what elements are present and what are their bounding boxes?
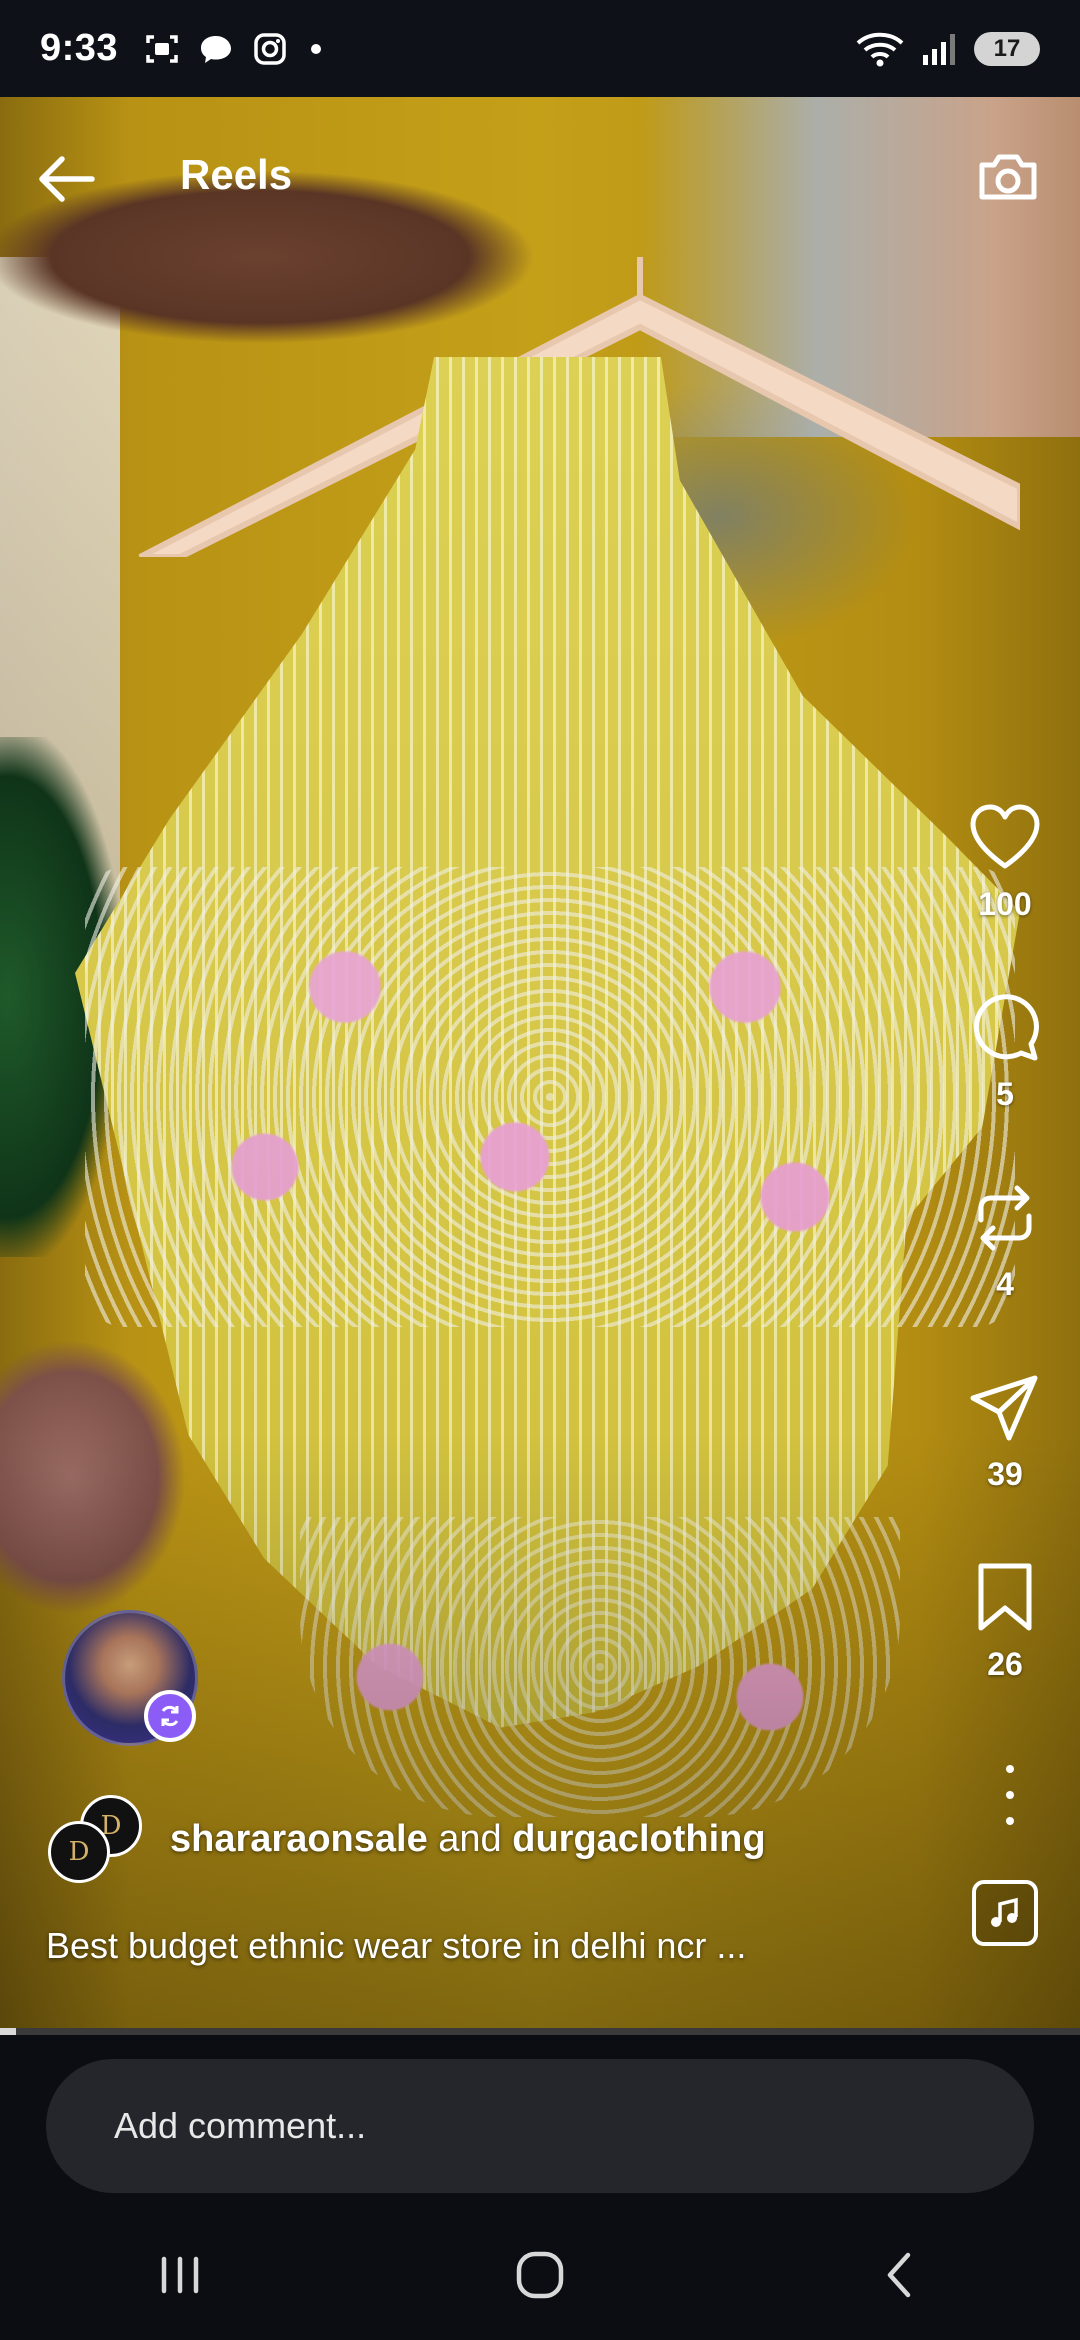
more-options-icon[interactable] [1000, 1765, 1020, 1825]
repost-count: 4 [996, 1266, 1014, 1302]
comment-icon[interactable] [967, 990, 1043, 1066]
like-count: 100 [978, 886, 1032, 922]
battery-icon: 17 [974, 31, 1040, 66]
more-dot [1006, 1765, 1014, 1773]
video-embroidery [85, 867, 1015, 1327]
more-dot [1006, 1817, 1014, 1825]
repost-action[interactable]: 4 [930, 1180, 1080, 1303]
heart-icon[interactable] [967, 800, 1043, 876]
author-username[interactable]: shararaonsale [170, 1818, 428, 1860]
home-icon [516, 2251, 564, 2299]
remix-badge-icon [144, 1690, 196, 1742]
video-progress-fill [0, 2028, 17, 2035]
author-connector: and [438, 1818, 502, 1860]
video-progress-bar[interactable] [0, 2028, 1080, 2035]
instagram-icon [254, 32, 286, 65]
send-icon[interactable] [967, 1370, 1043, 1446]
save-action[interactable]: 26 [930, 1560, 1080, 1683]
author-line: shararaonsale and durgaclothing [170, 1818, 766, 1861]
repost-icon[interactable] [967, 1180, 1043, 1256]
system-nav-bar [0, 2210, 1080, 2340]
back-button[interactable] [840, 2230, 960, 2320]
reel-caption[interactable]: Best budget ethnic wear store in delhi n… [46, 1925, 746, 1967]
comment-placeholder: Add comment... [114, 2105, 367, 2146]
collaborator-username[interactable]: durgaclothing [512, 1818, 765, 1860]
author-avatar[interactable]: D [48, 1821, 110, 1883]
music-note-icon [991, 1897, 1018, 1927]
collab-monogram: D [68, 1837, 90, 1867]
recent-apps-icon [161, 2256, 199, 2294]
back-arrow-icon[interactable] [34, 147, 98, 211]
chat-bubble-icon [201, 35, 232, 63]
status-system-icons: 17 [854, 29, 1040, 69]
screenshot-icon [146, 34, 178, 63]
home-button[interactable] [480, 2230, 600, 2320]
signal-icon [923, 33, 955, 65]
bookmark-icon[interactable] [967, 1560, 1043, 1636]
battery-level: 17 [993, 34, 1021, 62]
comment-input[interactable]: Add comment... [46, 2059, 1034, 2193]
wifi-icon [856, 32, 904, 66]
like-action[interactable]: 100 [930, 800, 1080, 923]
top-bar: Reels [0, 97, 1080, 257]
save-count: 26 [987, 1646, 1023, 1682]
audio-button[interactable] [972, 1880, 1038, 1946]
refresh-icon [161, 1705, 179, 1727]
page-title: Reels [180, 151, 293, 198]
comment-count: 5 [996, 1076, 1014, 1112]
status-time: 9:33 [40, 27, 119, 69]
comment-action[interactable]: 5 [930, 990, 1080, 1113]
recent-apps-button[interactable] [120, 2230, 240, 2320]
share-action[interactable]: 39 [930, 1370, 1080, 1493]
dot-icon [311, 43, 322, 54]
status-bar: 9:33 17 [0, 0, 1080, 97]
collab-avatars[interactable]: D D [48, 1795, 148, 1885]
status-notification-icons [144, 31, 326, 67]
back-chevron-icon [887, 2252, 911, 2298]
more-dot [1006, 1791, 1014, 1799]
share-count: 39 [987, 1456, 1023, 1492]
camera-icon[interactable] [974, 143, 1042, 211]
